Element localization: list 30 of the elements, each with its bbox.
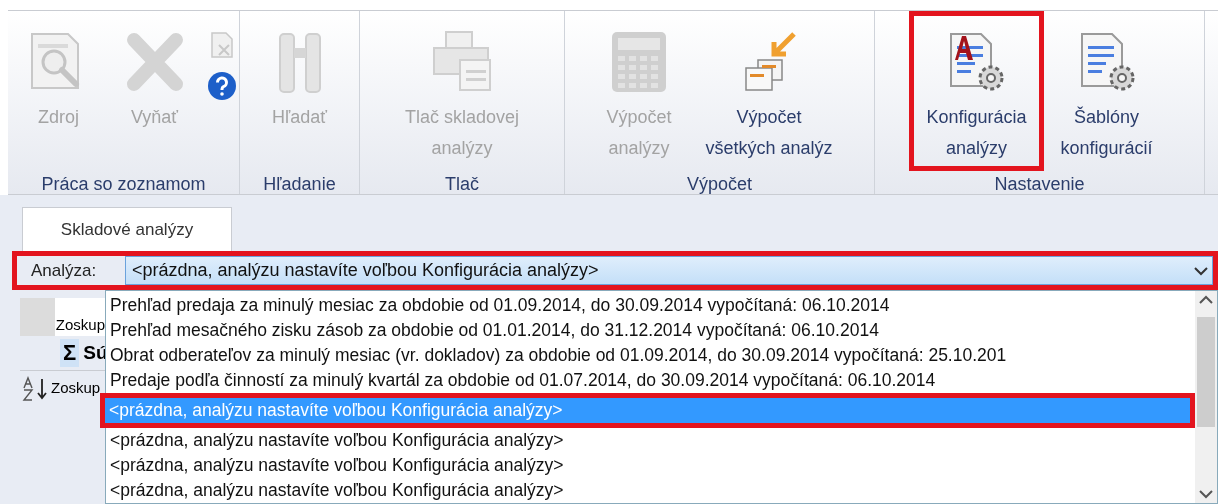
group-label: Hľadanie	[262, 173, 337, 196]
analysis-label: Analýza:	[30, 259, 98, 282]
column-header[interactable]: Zoskup	[54, 298, 105, 336]
sort-icon[interactable]	[20, 375, 50, 402]
chevron-up-icon[interactable]	[1199, 295, 1213, 305]
help-icon[interactable]	[206, 71, 237, 101]
ribbon-button[interactable]: Šablóny konfigurácií	[1043, 11, 1170, 171]
group-label: Tlač	[444, 173, 480, 196]
printer-icon	[430, 30, 494, 94]
dropdown-item[interactable]: Obrat odberateľov za minulý mesiac (vr. dokladov) za obdobie od 01.09.2014, do 30.09.2014 vypočítaná: 25.10.201	[106, 343, 1195, 368]
dropdown-item[interactable]: <prázdna, analýzu nastavíte voľbou Konfigurácia analýzy>	[106, 428, 1195, 453]
chevron-down-icon	[1194, 265, 1208, 276]
ribbon-button[interactable]: Výpočet všetkých analýz	[688, 11, 850, 171]
chevron-down-icon[interactable]	[1199, 489, 1213, 499]
sum-icon: Σ	[60, 339, 80, 367]
group-label: Nastavenie	[993, 173, 1086, 196]
dropdown-value: <prázdna, analýzu nastavíte voľbou Konfigurácia analýzy>	[132, 259, 599, 282]
group-label: Výpočet	[685, 173, 753, 196]
group-label: Práca so zoznamom	[40, 173, 207, 196]
dropdown-item[interactable]: <prázdna, analýzu nastavíte voľbou Konfigurácia analýzy>	[106, 453, 1195, 478]
ribbon-button[interactable]: Konfigurácia analýzy	[909, 11, 1044, 171]
dropdown-item[interactable]: Predaje podľa činností za minulý kvartál za obdobie od 01.07.2014, do 30.09.2014 vypočítaná: 06.10.2014	[106, 368, 1195, 393]
grid-corner	[20, 298, 55, 336]
scrollbar-thumb[interactable]	[1197, 317, 1215, 427]
dropdown-item[interactable]: <prázdna, analýzu nastavíte voľbou Konfigurácia analýzy>	[106, 478, 1195, 503]
dropdown-item[interactable]: Prehľad mesačného zisku zásob za obdobie od 01.01.2014, do 31.12.2014 vypočítaná: 06.10.2014	[106, 318, 1195, 343]
tab[interactable]: Skladové analýzy	[22, 207, 232, 251]
analysis-dropdown[interactable]: <prázdna, analýzu nastavíte voľbou Konfigurácia analýzy>	[125, 256, 1213, 285]
dropdown-item[interactable]: Prehľad predaja za minulý mesiac za obdobie od 01.09.2014, do 30.09.2014 vypočítaná: 06.10.2014	[106, 293, 1195, 318]
scrollbar[interactable]	[1195, 291, 1217, 503]
